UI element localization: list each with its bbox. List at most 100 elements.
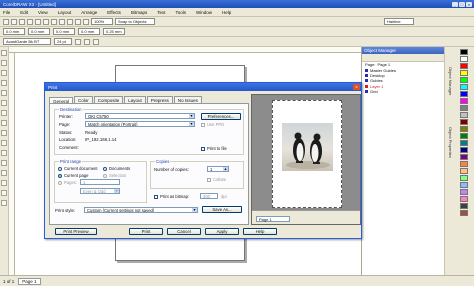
width-field[interactable]: 0.0 mm	[53, 28, 75, 35]
use-ppd-checkbox[interactable]: Use PPD	[201, 122, 224, 127]
tab-object-properties[interactable]: Object Properties	[446, 127, 453, 158]
minimize-button[interactable]: _	[452, 1, 458, 7]
color-swatch[interactable]	[459, 189, 468, 195]
print-as-bitmap-checkbox[interactable]: Print as bitmap:	[154, 194, 189, 199]
color-swatch[interactable]	[459, 91, 468, 97]
color-swatch[interactable]	[459, 196, 468, 202]
eyedropper-tool-icon[interactable]	[1, 170, 7, 176]
even-odd-select[interactable]: Even & Odd ▼	[80, 188, 120, 194]
rectangle-tool-icon[interactable]	[1, 110, 7, 116]
menu-window[interactable]: Window	[196, 10, 212, 15]
color-swatch[interactable]	[459, 182, 468, 188]
color-swatch[interactable]	[459, 147, 468, 153]
color-swatch[interactable]	[459, 203, 468, 209]
print-preview-button[interactable]: Print Preview	[55, 228, 97, 235]
printer-select[interactable]: OKI C5750 ▼	[85, 113, 195, 119]
print-icon[interactable]	[27, 18, 33, 25]
save-as-button[interactable]: Save As...	[202, 206, 242, 213]
y-position-field[interactable]: 0.0 mm	[28, 28, 50, 35]
ellipse-tool-icon[interactable]	[1, 120, 7, 126]
menu-view[interactable]: View	[38, 10, 48, 15]
bold-icon[interactable]	[75, 38, 81, 45]
color-swatch[interactable]	[459, 210, 468, 216]
color-swatch[interactable]	[459, 98, 468, 104]
print-button[interactable]: Print	[129, 228, 163, 235]
interactive-fill-tool-icon[interactable]	[1, 200, 7, 206]
close-button[interactable]: x	[466, 1, 472, 7]
undo-icon[interactable]	[59, 18, 65, 25]
save-icon[interactable]	[19, 18, 25, 25]
selection-radio[interactable]: Selection	[103, 173, 126, 178]
import-icon[interactable]	[75, 18, 81, 25]
cut-icon[interactable]	[35, 18, 41, 25]
zoom-field[interactable]: 100%	[91, 18, 113, 25]
color-swatch[interactable]	[459, 119, 468, 125]
menu-file[interactable]: File	[3, 10, 10, 15]
italic-icon[interactable]	[84, 38, 90, 45]
dialog-close-button[interactable]: x	[353, 84, 360, 90]
open-icon[interactable]	[11, 18, 17, 25]
menu-edit[interactable]: Edit	[20, 10, 28, 15]
page-tab[interactable]: Page 1	[18, 277, 41, 285]
menu-tools[interactable]: Tools	[175, 10, 186, 15]
current-page-radio[interactable]: Current page	[58, 173, 88, 178]
current-document-radio[interactable]: Current document	[58, 166, 98, 171]
color-swatch[interactable]	[459, 84, 468, 90]
help-button[interactable]: Help	[243, 228, 277, 235]
cancel-button[interactable]: Cancel	[167, 228, 201, 235]
redo-icon[interactable]	[67, 18, 73, 25]
menu-layout[interactable]: Layout	[58, 10, 72, 15]
print-style-select[interactable]: Custom (Current settings not saved) ▼	[84, 207, 198, 213]
color-swatch[interactable]	[459, 105, 468, 111]
print-to-file-checkbox[interactable]: Print to file	[201, 146, 227, 151]
color-swatch[interactable]	[459, 133, 468, 139]
color-swatch[interactable]	[459, 112, 468, 118]
color-swatch[interactable]	[459, 70, 468, 76]
color-swatch[interactable]	[459, 168, 468, 174]
shape-tool-icon[interactable]	[1, 60, 7, 66]
color-swatch[interactable]	[459, 154, 468, 160]
zoom-tool-icon[interactable]	[1, 80, 7, 86]
font-size-select[interactable]: 24 pt	[54, 38, 72, 45]
color-swatch[interactable]	[459, 126, 468, 132]
new-icon[interactable]	[3, 18, 9, 25]
menu-text[interactable]: Text	[157, 10, 165, 15]
text-tool-icon[interactable]	[1, 150, 7, 156]
page-orientation-select[interactable]: Match orientation (Portrait) ▼	[85, 121, 195, 127]
collate-checkbox[interactable]: Collate	[207, 177, 226, 182]
preview-page-select[interactable]: Page 1	[256, 216, 290, 222]
menu-effects[interactable]: Effects	[107, 10, 121, 15]
preferences-button[interactable]: Preferences...	[201, 113, 241, 120]
tab-object-manager[interactable]: Object Manager	[446, 67, 453, 95]
pick-tool-icon[interactable]	[1, 50, 7, 56]
export-icon[interactable]	[83, 18, 89, 25]
paste-icon[interactable]	[51, 18, 57, 25]
x-position-field[interactable]: 0.0 mm	[3, 28, 25, 35]
snap-to-objects[interactable]: Snap to Objects	[115, 18, 155, 25]
menu-arrange[interactable]: Arrange	[81, 10, 97, 15]
font-select[interactable]: AvantGarde Bk BT	[3, 38, 51, 45]
color-swatch[interactable]	[459, 175, 468, 181]
apply-button[interactable]: Apply	[205, 228, 239, 235]
underline-icon[interactable]	[93, 38, 99, 45]
polygon-tool-icon[interactable]	[1, 130, 7, 136]
nudge-field[interactable]: 0.25 mm	[103, 28, 125, 35]
outline-tool-icon[interactable]	[1, 180, 7, 186]
bitmap-dpi-field[interactable]: 300	[200, 193, 218, 199]
color-swatch[interactable]	[459, 56, 468, 62]
copy-icon[interactable]	[43, 18, 49, 25]
pages-input[interactable]: 1	[80, 179, 120, 185]
color-swatch[interactable]	[459, 140, 468, 146]
color-swatch[interactable]	[459, 77, 468, 83]
color-swatch[interactable]	[459, 161, 468, 167]
pages-radio[interactable]: Pages:	[58, 180, 77, 185]
outline-width-field[interactable]: Hairline	[384, 18, 414, 25]
layer-grid[interactable]: Grid	[362, 89, 444, 94]
color-swatch[interactable]	[459, 63, 468, 69]
height-field[interactable]: 0.0 mm	[78, 28, 100, 35]
freehand-tool-icon[interactable]	[1, 90, 7, 96]
fill-tool-icon[interactable]	[1, 190, 7, 196]
documents-radio[interactable]: Documents	[103, 166, 130, 171]
interactive-blend-tool-icon[interactable]	[1, 160, 7, 166]
crop-tool-icon[interactable]	[1, 70, 7, 76]
